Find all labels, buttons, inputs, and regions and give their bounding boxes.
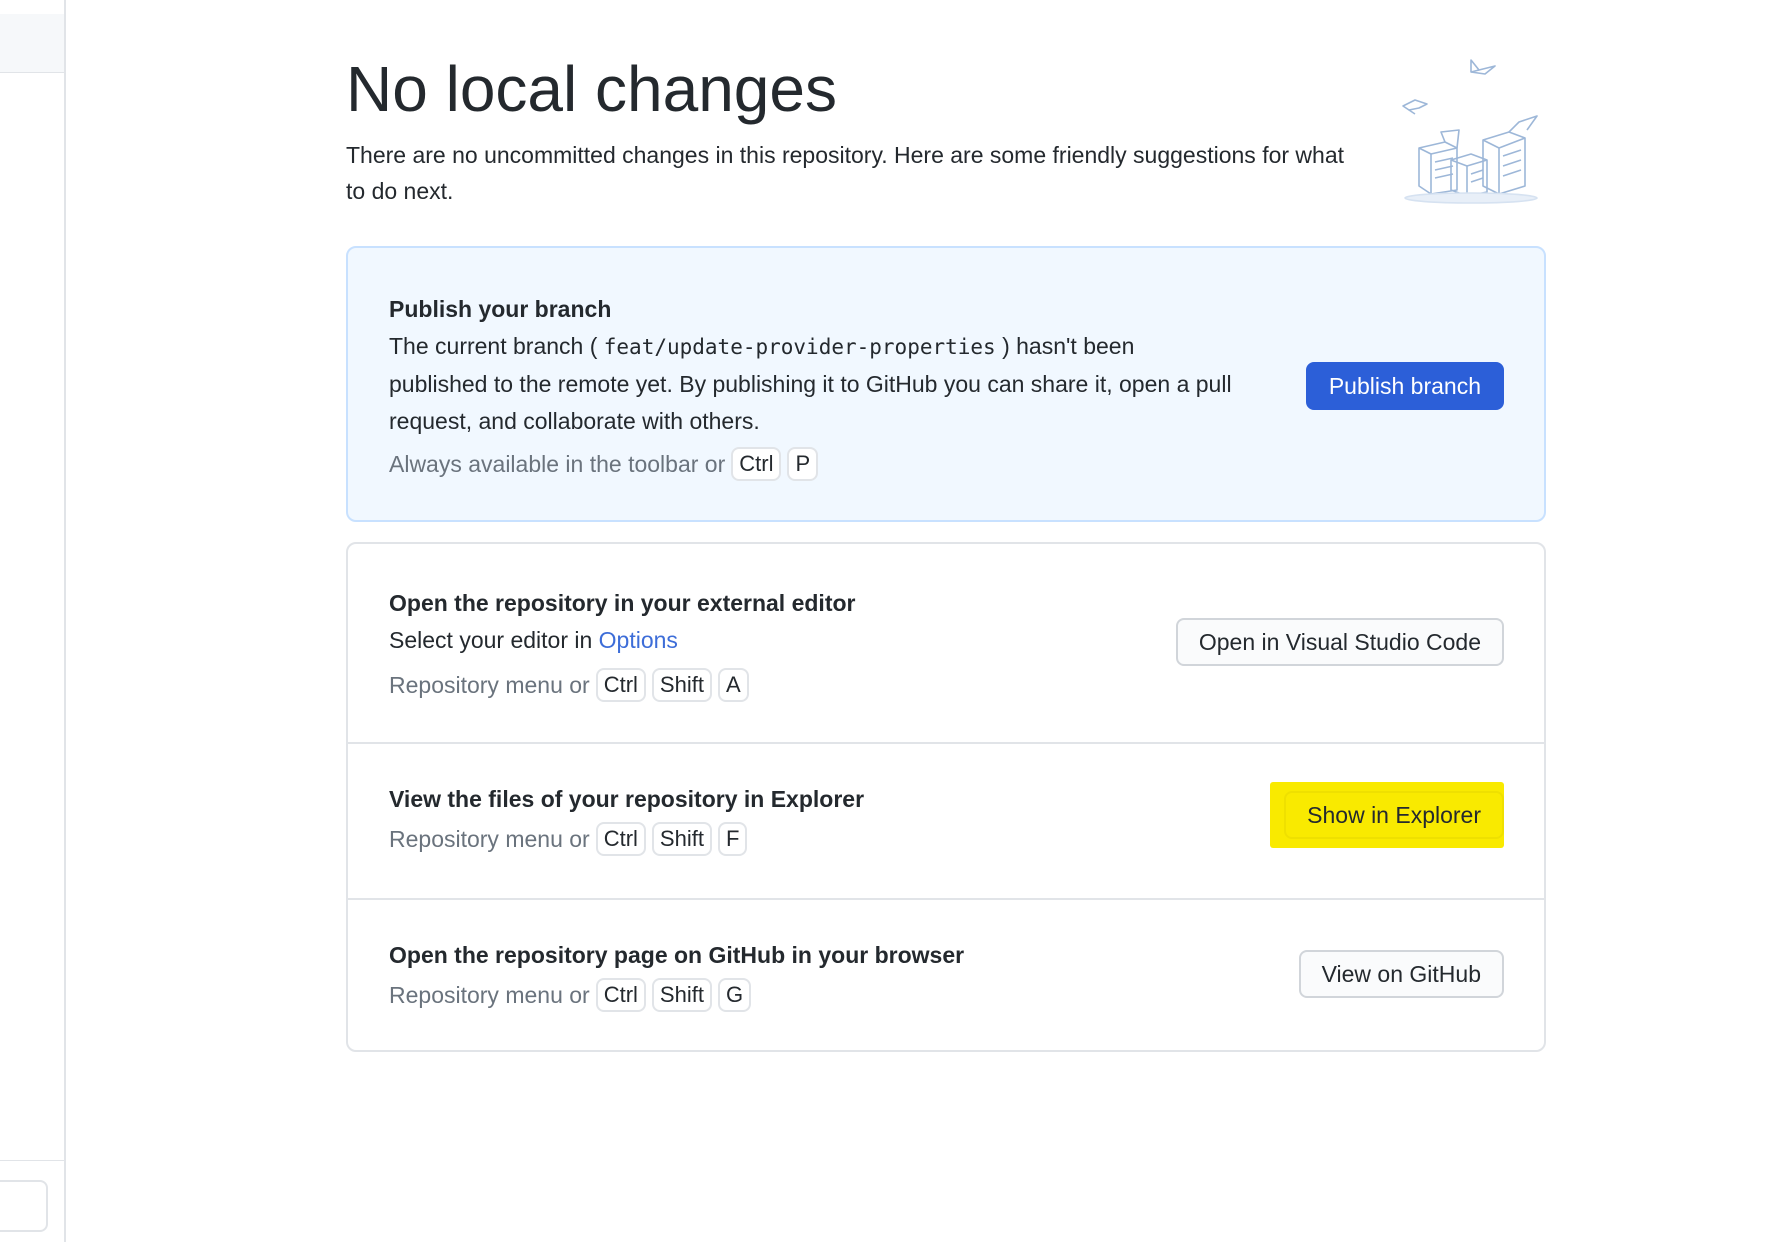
kbd-p: P [787,447,819,481]
branch-name: feat/update-provider-properties [603,335,996,359]
explorer-hint-text: Repository menu or [389,825,590,852]
highlight-marker: Show in Explorer [1270,782,1504,848]
kbd-f: F [717,822,748,856]
publish-hint-text: Always available in the toolbar or [389,450,726,477]
page-title: No local changes [346,53,837,125]
kbd-a: A [717,668,749,702]
page-subtitle: There are no uncommitted changes in this… [346,142,1345,204]
kbd-ctrl: Ctrl [595,978,646,1012]
editor-shortcut-hint: Repository menu or Ctrl Shift A [389,668,749,702]
kbd-shift: Shift [651,668,712,702]
publish-branch-button[interactable]: Publish branch [1305,362,1504,410]
editor-hint-text: Repository menu or [389,671,590,698]
kbd-ctrl: Ctrl [595,822,646,856]
github-title: Open the repository page on GitHub in yo… [389,942,965,968]
view-on-github-button[interactable]: View on GitHub [1298,950,1504,998]
kbd-g: G [717,978,752,1012]
sidebar-header[interactable] [0,14,64,73]
external-editor-row: Open the repository in your external edi… [348,544,1544,742]
kbd-shift: Shift [651,822,712,856]
publish-shortcut-hint: Always available in the toolbar or Ctrl … [389,447,819,481]
kbd-ctrl: Ctrl [731,447,782,481]
explorer-shortcut-hint: Repository menu or Ctrl Shift F [389,822,748,856]
publish-title: Publish your branch [389,296,612,322]
kbd-shift: Shift [651,978,712,1012]
show-in-explorer-button[interactable]: Show in Explorer [1284,791,1504,839]
editor-description: Select your editor in Options [389,622,678,659]
publish-description: The current branch ( feat/update-provide… [389,328,1239,440]
github-hint-text: Repository menu or [389,981,590,1008]
options-link[interactable]: Options [599,627,678,653]
explorer-title: View the files of your repository in Exp… [389,786,865,812]
publish-branch-card: Publish your branch The current branch (… [346,246,1546,522]
suggestions-card: Open the repository in your external edi… [346,542,1546,1052]
view-on-github-row: Open the repository page on GitHub in yo… [348,898,1544,1050]
editor-title: Open the repository in your external edi… [389,590,856,616]
github-shortcut-hint: Repository menu or Ctrl Shift G [389,978,752,1012]
editor-desc-text: Select your editor in [389,627,599,653]
show-in-explorer-row: View the files of your repository in Exp… [348,742,1544,898]
open-in-editor-button[interactable]: Open in Visual Studio Code [1175,618,1504,666]
repository-sidebar [0,0,66,1242]
sidebar-bottom-field[interactable] [0,1180,48,1232]
sidebar-divider [0,1160,64,1161]
empty-boxes-illustration [1402,59,1538,204]
publish-desc-prefix: The current branch ( [389,333,604,359]
kbd-ctrl: Ctrl [595,668,646,702]
